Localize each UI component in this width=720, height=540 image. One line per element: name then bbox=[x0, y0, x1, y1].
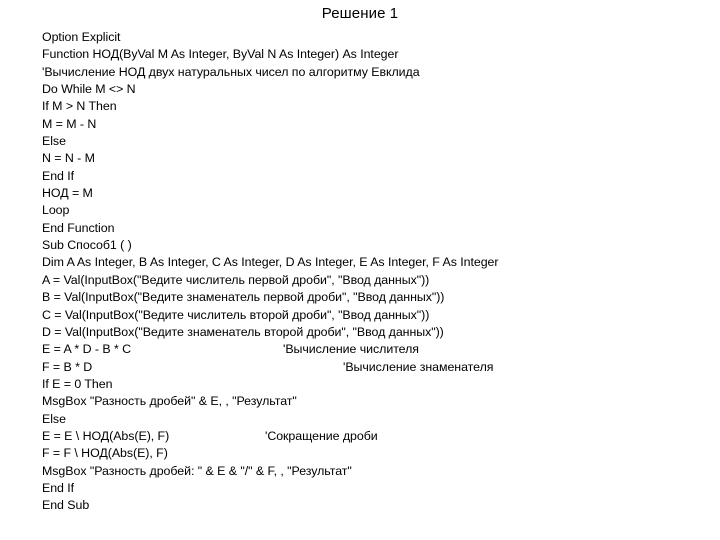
code-line-text: F = B * D bbox=[42, 359, 93, 374]
code-line: Function НОД(ByVal M As Integer, ByVal N… bbox=[42, 46, 702, 63]
slide-canvas: Решение 1 Option Explicit Function НОД(By… bbox=[0, 0, 720, 540]
code-line: End If bbox=[42, 480, 702, 497]
code-inline-comment: 'Сокращение дроби bbox=[265, 428, 378, 443]
code-line: НОД = M bbox=[42, 185, 702, 202]
code-line: N = N - M bbox=[42, 150, 702, 167]
code-line-text: End If bbox=[42, 168, 75, 183]
code-inline-comment: 'Вычисление знаменателя bbox=[343, 359, 494, 374]
code-line-text: F = F \ НОД(Abs(E), F) bbox=[42, 446, 168, 461]
code-line-text: MsgBox "Разность дробей" & E, , "Результ… bbox=[42, 394, 297, 409]
code-line: M = M - N bbox=[42, 116, 702, 133]
code-line-text: E = A * D - B * C bbox=[42, 342, 132, 357]
code-line: If E = 0 Then bbox=[42, 376, 702, 393]
code-line-text: D = Val(InputBox("Ведите знаменатель вто… bbox=[42, 324, 444, 339]
code-line: MsgBox "Разность дробей: " & E & "/" & F… bbox=[42, 463, 702, 480]
code-line: B = Val(InputBox("Ведите знаменатель пер… bbox=[42, 289, 702, 306]
code-line: A = Val(InputBox("Ведите числитель перво… bbox=[42, 272, 702, 289]
code-line-text: НОД = M bbox=[42, 186, 93, 201]
code-line: MsgBox "Разность дробей" & E, , "Результ… bbox=[42, 393, 702, 410]
code-line-text: End If bbox=[42, 480, 75, 495]
code-line-text: Loop bbox=[42, 203, 70, 218]
code-line-text: Dim A As Integer, B As Integer, C As Int… bbox=[42, 255, 499, 270]
code-line-text: C = Val(InputBox("Ведите числитель второ… bbox=[42, 307, 430, 322]
code-line-text: Else bbox=[42, 411, 66, 426]
code-line-text: If M > N Then bbox=[42, 99, 117, 114]
code-line: D = Val(InputBox("Ведите знаменатель вто… bbox=[42, 324, 702, 341]
code-listing: Option Explicit Function НОД(ByVal M As I… bbox=[42, 29, 702, 515]
code-line-text: End Sub bbox=[42, 498, 90, 513]
code-line-text: Else bbox=[42, 134, 66, 149]
code-line: Loop bbox=[42, 202, 702, 219]
code-line-text: If E = 0 Then bbox=[42, 376, 113, 391]
code-line: Do While M <> N bbox=[42, 81, 702, 98]
code-line-text: Function НОД(ByVal M As Integer, ByVal N… bbox=[42, 47, 399, 62]
code-line: Sub Способ1 ( ) bbox=[42, 237, 702, 254]
code-line-text: E = E \ НОД(Abs(E), F) bbox=[42, 428, 170, 443]
page-title: Решение 1 bbox=[321, 5, 399, 22]
code-line: End Sub bbox=[42, 497, 702, 514]
code-line-text: B = Val(InputBox("Ведите знаменатель пер… bbox=[42, 290, 445, 305]
code-line-text: End Function bbox=[42, 220, 115, 235]
code-line: Option Explicit bbox=[42, 29, 702, 46]
code-line: If M > N Then bbox=[42, 98, 702, 115]
code-line-text: A = Val(InputBox("Ведите числитель перво… bbox=[42, 272, 430, 287]
code-line: Else bbox=[42, 411, 702, 428]
code-line: Dim A As Integer, B As Integer, C As Int… bbox=[42, 254, 702, 271]
code-line: 'Вычисление НОД двух натуральных чисел п… bbox=[42, 64, 702, 81]
code-line: F = F \ НОД(Abs(E), F) bbox=[42, 445, 702, 462]
code-line-text: 'Вычисление НОД двух натуральных чисел п… bbox=[42, 64, 420, 79]
code-line-text: MsgBox "Разность дробей: " & E & "/" & F… bbox=[42, 463, 352, 478]
code-line-text: Option Explicit bbox=[42, 30, 121, 44]
code-line: End Function bbox=[42, 220, 702, 237]
code-line: E = A * D - B * C 'Вычисление числителя bbox=[42, 341, 702, 358]
code-line-text: M = M - N bbox=[42, 116, 97, 131]
code-line: C = Val(InputBox("Ведите числитель второ… bbox=[42, 307, 702, 324]
code-line-text: Sub Способ1 ( ) bbox=[42, 238, 132, 253]
code-inline-comment: 'Вычисление числителя bbox=[283, 342, 419, 357]
code-line: F = B * D 'Вычисление знаменателя bbox=[42, 359, 702, 376]
code-line-text: Do While M <> N bbox=[42, 82, 136, 97]
code-line: Else bbox=[42, 133, 702, 150]
code-line: End If bbox=[42, 168, 702, 185]
code-line: E = E \ НОД(Abs(E), F) 'Сокращение дроби bbox=[42, 428, 702, 445]
code-line-text: N = N - M bbox=[42, 151, 95, 166]
